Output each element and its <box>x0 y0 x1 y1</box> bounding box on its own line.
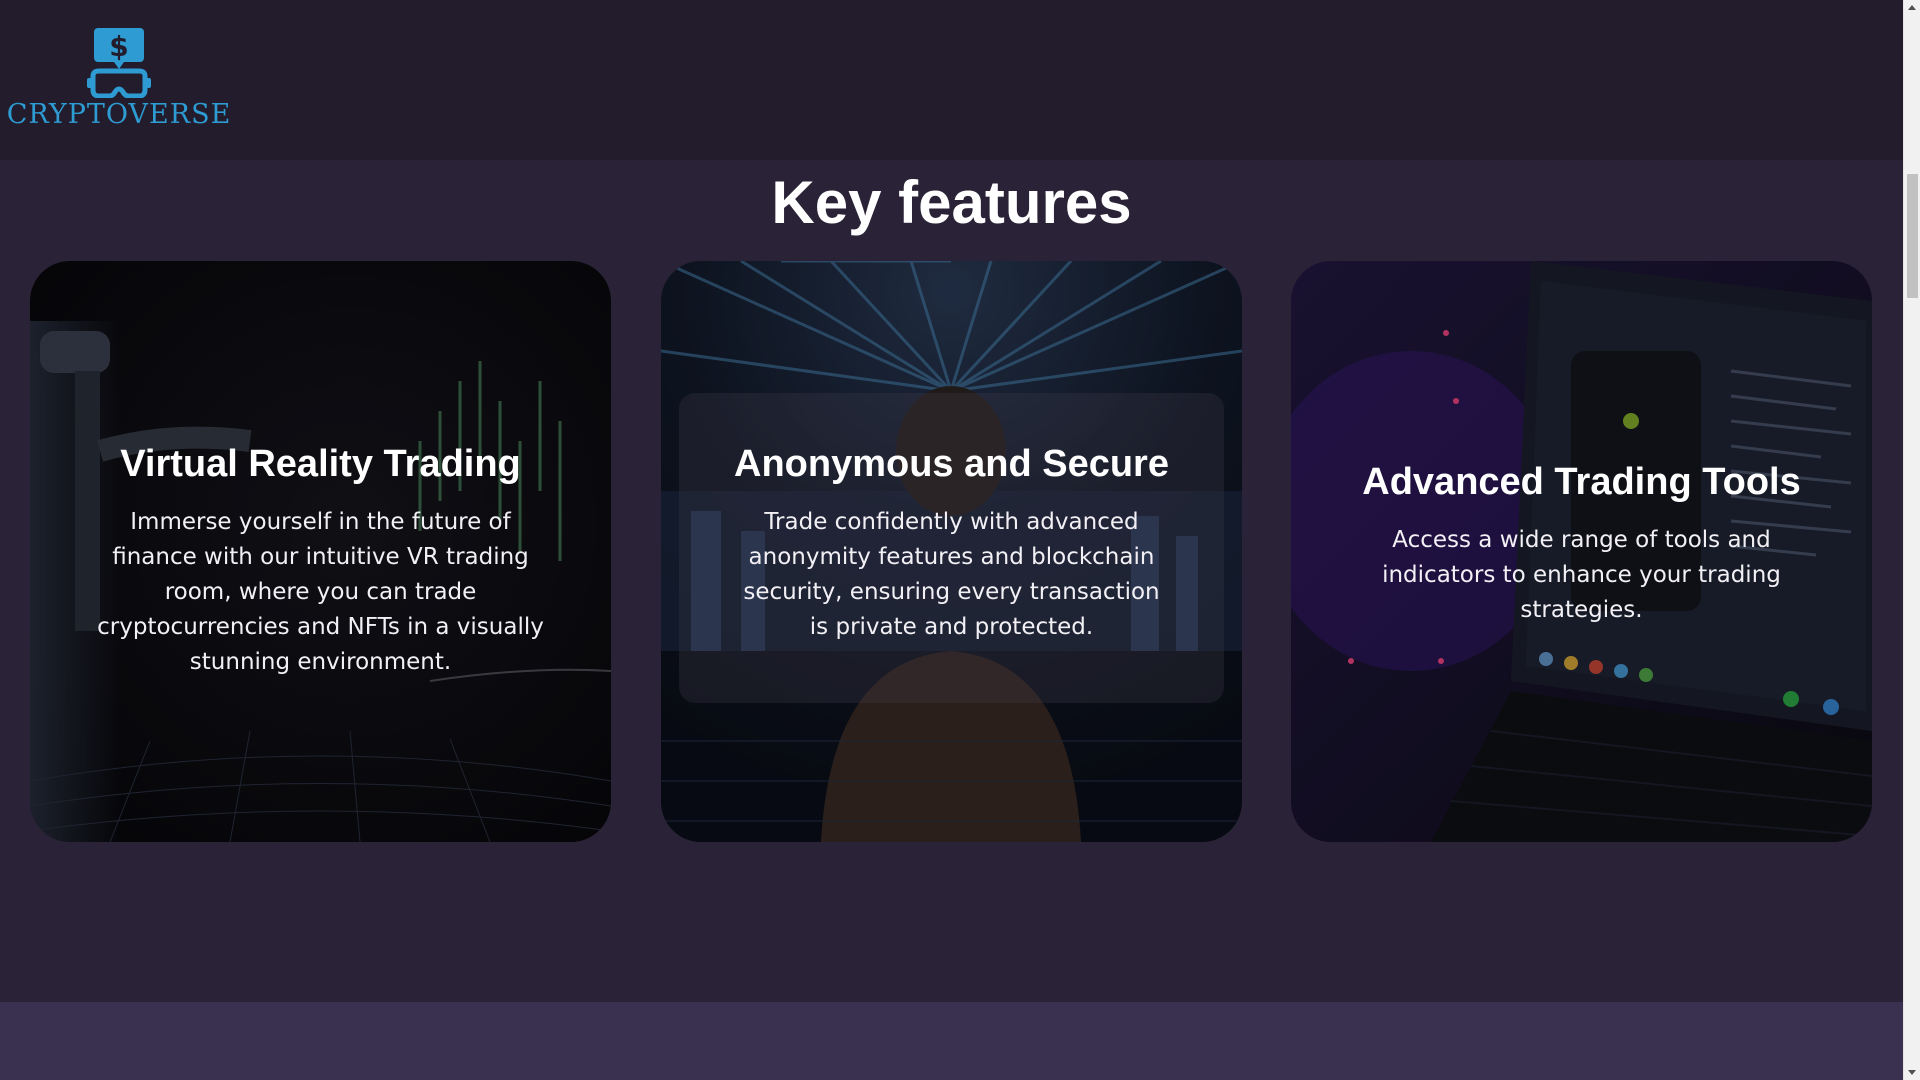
card-content: Advanced Trading Tools Access a wide ran… <box>1291 459 1872 628</box>
feature-card-advanced-tools: Advanced Trading Tools Access a wide ran… <box>1291 261 1872 842</box>
card-title: Virtual Reality Trading <box>120 443 521 485</box>
feature-card-anonymous-secure: Anonymous and Secure Trade confidently w… <box>661 261 1242 842</box>
brand-name: CRYPTOVERSE <box>6 99 232 130</box>
feature-card-vr-trading: Virtual Reality Trading Immerse yourself… <box>30 261 611 842</box>
vr-headset-dollar-icon: $ <box>87 28 151 98</box>
card-content: Virtual Reality Trading Immerse yourself… <box>30 441 611 680</box>
scroll-thumb[interactable] <box>1907 174 1918 298</box>
card-title: Anonymous and Secure <box>734 443 1169 485</box>
next-section-band <box>0 1002 1903 1080</box>
card-title: Advanced Trading Tools <box>1362 461 1801 503</box>
svg-text:$: $ <box>109 30 128 63</box>
page-scrollbar[interactable] <box>1903 0 1920 1080</box>
scroll-down-arrow-icon[interactable] <box>1908 1070 1916 1075</box>
section-title: Key features <box>771 169 1132 236</box>
site-header: $ CRYPTOVERSE <box>0 0 1903 160</box>
card-content: Anonymous and Secure Trade confidently w… <box>661 441 1242 645</box>
logo-link[interactable]: $ CRYPTOVERSE <box>7 26 230 136</box>
scroll-up-arrow-icon[interactable] <box>1908 5 1916 10</box>
card-description: Trade confidently with advanced anonymit… <box>743 509 1160 640</box>
key-features-section: Key features Virtual Reality Trading Imm… <box>0 160 1903 1002</box>
card-description: Immerse yourself in the future of financ… <box>97 509 544 675</box>
card-description: Access a wide range of tools and indicat… <box>1382 527 1781 623</box>
